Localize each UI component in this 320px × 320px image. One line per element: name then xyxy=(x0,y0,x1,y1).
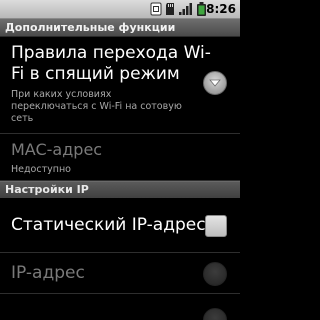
signal-icon xyxy=(179,3,192,15)
pref-next-item-partial xyxy=(0,294,240,320)
chevron-down-icon xyxy=(209,79,221,87)
static-ip-title: Статический IP-адрес xyxy=(11,215,206,235)
wifi-sleep-summary-line3: сеть xyxy=(11,113,34,124)
static-ip-checkbox[interactable] xyxy=(205,215,227,237)
pref-mac-address: MAC-адрес Недоступно xyxy=(0,134,240,181)
pref-wifi-sleep-policy[interactable]: Правила перехода Wi- Fi в спящий режим П… xyxy=(0,37,240,134)
screen: 8:26 Дополнительные функции Правила пере… xyxy=(0,0,240,320)
dropdown-arrow-icon[interactable] xyxy=(203,71,227,95)
pref-static-ip[interactable]: Статический IP-адрес xyxy=(0,198,240,253)
pref-ip-address: IP-адрес xyxy=(0,253,240,294)
usb-debug-icon xyxy=(150,2,162,16)
mac-address-title: MAC-адрес xyxy=(11,140,103,159)
ip-address-dropdown-icon xyxy=(203,262,227,286)
sd-card-icon xyxy=(166,3,174,15)
title-bar: Дополнительные функции xyxy=(0,19,240,37)
status-bar: 8:26 xyxy=(0,0,240,19)
wifi-sleep-title-line1: Правила перехода Wi- xyxy=(11,43,211,63)
wifi-sleep-summary-line1: При каких условиях xyxy=(11,89,112,100)
section-title: Настройки IP xyxy=(5,183,89,196)
next-item-dropdown-icon xyxy=(203,308,227,320)
section-header-ip-settings: Настройки IP xyxy=(0,181,240,198)
status-time: 8:26 xyxy=(206,2,236,16)
mac-address-summary: Недоступно xyxy=(11,164,71,175)
wifi-sleep-summary-line2: переключаться с Wi-Fi на сотовую xyxy=(11,101,182,112)
page-title: Дополнительные функции xyxy=(5,21,176,34)
wifi-sleep-title-line2: Fi в спящий режим xyxy=(11,64,180,84)
ip-address-title: IP-адрес xyxy=(11,263,85,283)
